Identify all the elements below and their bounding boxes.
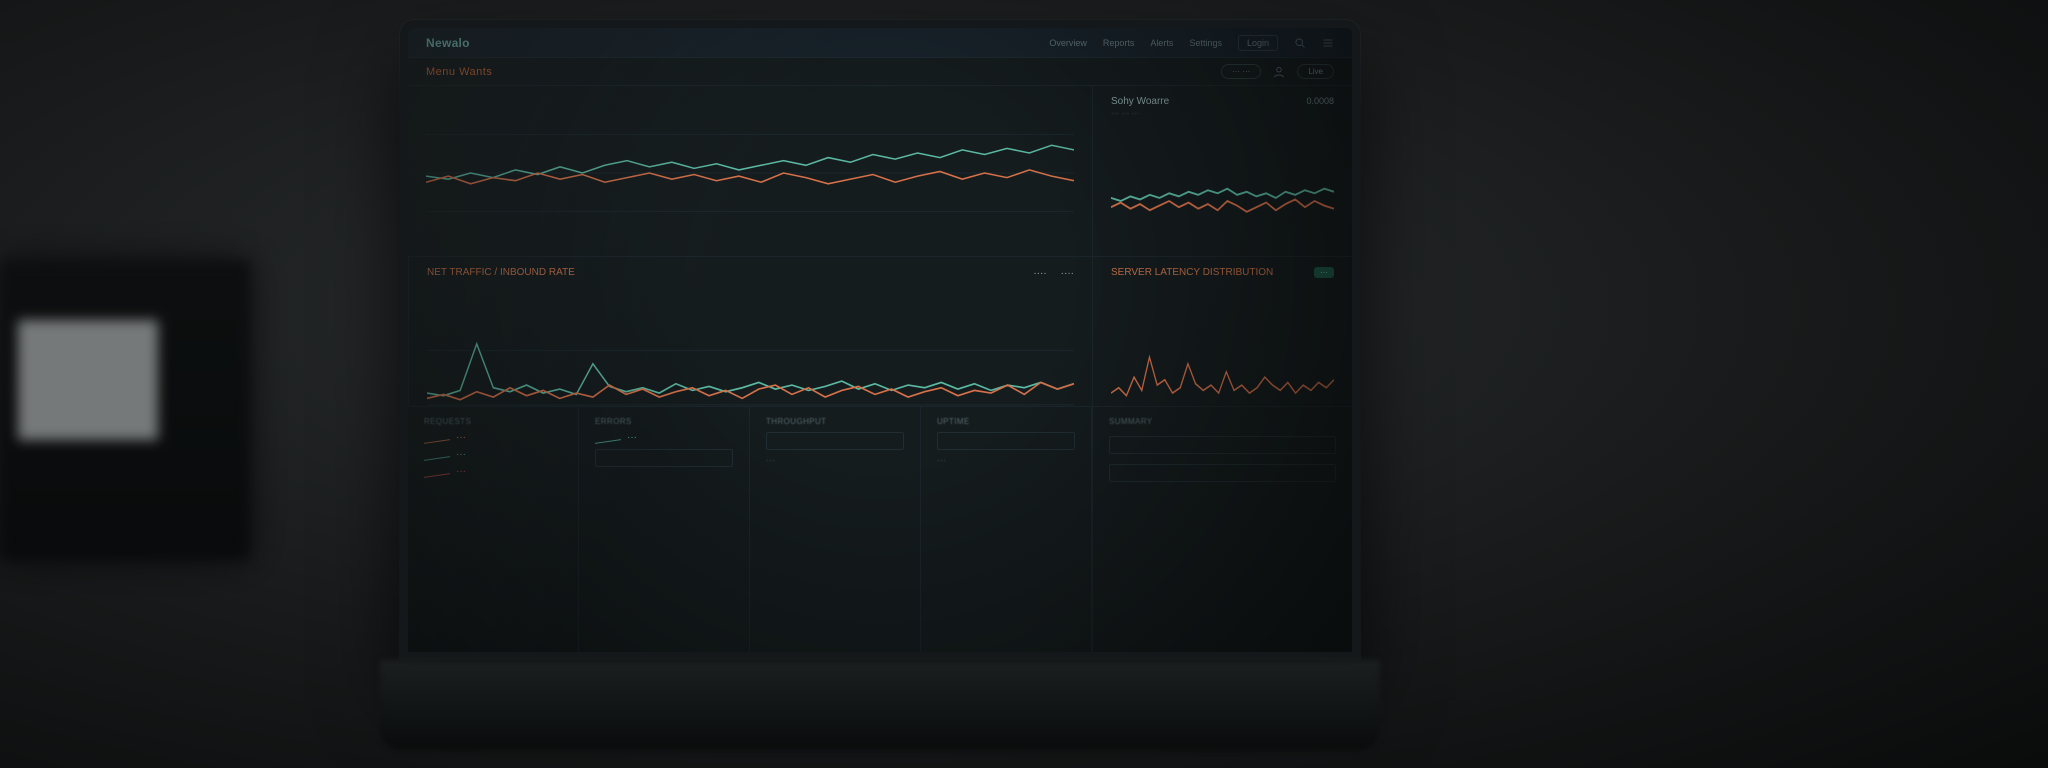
nav-item-reports[interactable]: Reports <box>1103 38 1135 48</box>
placeholder-slot <box>1109 436 1336 454</box>
stat-cards-row: REQUESTS ··· ··· ··· ERRORS ··· THROUGHP… <box>408 406 1092 652</box>
live-badge: Live <box>1297 64 1334 79</box>
stat-card-2: THROUGHPUT ··· <box>750 407 921 652</box>
user-icon[interactable] <box>1273 66 1285 78</box>
placeholder-slot <box>937 432 1075 450</box>
secondary-monitor <box>0 260 250 560</box>
stat-card-3: UPTIME ··· <box>921 407 1092 652</box>
line-chart-side-mid <box>1111 284 1334 417</box>
line-chart-main-mid <box>427 284 1074 417</box>
laptop-base <box>380 660 1380 750</box>
nav-item-settings[interactable]: Settings <box>1189 38 1222 48</box>
stat-card-sub: ··· <box>766 456 904 465</box>
side-panel-value: 0.0008 <box>1306 96 1334 106</box>
nav-item-overview[interactable]: Overview <box>1049 38 1087 48</box>
placeholder-slot <box>595 449 733 467</box>
search-icon[interactable] <box>1294 37 1306 49</box>
placeholder-slot <box>766 432 904 450</box>
login-button[interactable]: Login <box>1238 35 1278 51</box>
topbar: Newalo Overview Reports Alerts Settings … <box>408 28 1352 58</box>
line-chart-side-top <box>1111 124 1334 278</box>
line-chart-main-top <box>426 96 1074 250</box>
chip-icon: ··· <box>424 449 562 460</box>
menu-icon[interactable] <box>1322 37 1334 49</box>
page-title: Menu Wants <box>426 66 492 78</box>
range-selector[interactable]: ··· ··· <box>1221 64 1261 79</box>
side-panel-sub: ··· ··· ··· <box>1111 109 1334 118</box>
sub-header: Menu Wants ··· ··· Live <box>408 58 1352 86</box>
row2-side-label: SERVER LATENCY DISTRIBUTION <box>1111 267 1334 278</box>
stat-card-label: UPTIME <box>937 417 1075 426</box>
row2-pill-2[interactable]: ···· <box>1061 268 1074 279</box>
summary-panel: SUMMARY <box>1092 406 1352 652</box>
summary-label: SUMMARY <box>1109 417 1336 426</box>
side-panel-title: Sohy Woarre <box>1111 96 1334 107</box>
stat-card-label: ERRORS <box>595 417 733 426</box>
stat-card-0: REQUESTS ··· ··· ··· <box>408 407 579 652</box>
placeholder-slot <box>1109 464 1336 482</box>
chart-panel-side-mid: SERVER LATENCY DISTRIBUTION ··· <box>1092 256 1352 406</box>
chip-icon: ··· <box>424 432 562 443</box>
chip-icon: ··· <box>424 466 562 477</box>
dashboard-screen: Newalo Overview Reports Alerts Settings … <box>408 28 1352 652</box>
row2-pill-1[interactable]: ···· <box>1033 268 1046 279</box>
content-grid: Sohy Woarre ··· ··· ··· 0.0008 NET TRAFF… <box>408 86 1352 652</box>
chart-panel-main-mid: NET TRAFFIC / INBOUND RATE ···· ···· <box>408 256 1092 406</box>
row2-side-badge: ··· <box>1314 267 1334 278</box>
chart-panel-side-top: Sohy Woarre ··· ··· ··· 0.0008 <box>1092 86 1352 256</box>
nav-item-alerts[interactable]: Alerts <box>1150 38 1173 48</box>
stat-card-1: ERRORS ··· <box>579 407 750 652</box>
row2-label: NET TRAFFIC / INBOUND RATE <box>427 267 575 278</box>
top-nav: Overview Reports Alerts Settings Login <box>1049 35 1334 51</box>
stat-card-sub: ··· <box>937 456 1075 465</box>
chip-icon: ··· <box>595 432 733 443</box>
laptop-frame: Newalo Overview Reports Alerts Settings … <box>400 20 1360 660</box>
stat-card-label: REQUESTS <box>424 417 562 426</box>
stat-card-label: THROUGHPUT <box>766 417 904 426</box>
chart-panel-main-top <box>408 86 1092 256</box>
brand-logo[interactable]: Newalo <box>426 36 470 50</box>
